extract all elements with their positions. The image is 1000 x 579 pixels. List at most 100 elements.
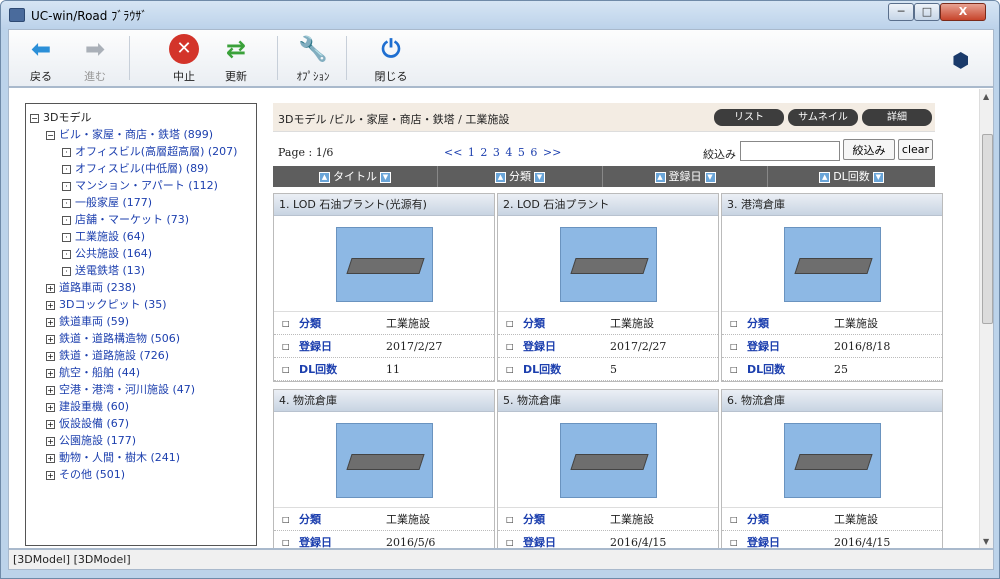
- expand-icon[interactable]: +: [46, 300, 55, 310]
- tree-item-label[interactable]: ビル・家屋・商店・鉄塔 (899): [59, 128, 213, 141]
- sort-up-icon[interactable]: ▲: [819, 171, 831, 183]
- stop-button[interactable]: ✕ 中止: [162, 34, 206, 86]
- leaf-icon[interactable]: ·: [62, 249, 71, 259]
- leaf-icon[interactable]: ·: [62, 147, 71, 157]
- tree-item[interactable]: · 工業施設 (64): [30, 228, 252, 245]
- tree-item[interactable]: + 鉄道車両 (59): [30, 313, 252, 330]
- model-thumbnail[interactable]: [336, 227, 433, 302]
- tree-item[interactable]: · 店舗・マーケット (73): [30, 211, 252, 228]
- leaf-icon[interactable]: ·: [62, 232, 71, 242]
- tree-item[interactable]: + 仮設設備 (67): [30, 415, 252, 432]
- tree-item[interactable]: · マンション・アパート (112): [30, 177, 252, 194]
- model-thumbnail[interactable]: [336, 423, 433, 498]
- sort-up-icon[interactable]: ▲: [319, 171, 330, 183]
- options-button[interactable]: 🔧 ｵﾌﾟｼｮﾝ: [291, 34, 335, 86]
- collapse-icon[interactable]: −: [30, 113, 39, 123]
- tree-item[interactable]: − ビル・家屋・商店・鉄塔 (899): [30, 126, 252, 143]
- tree-item[interactable]: + 空港・港湾・河川施設 (47): [30, 381, 252, 398]
- sort-title[interactable]: ▲ タイトル ▼: [273, 166, 438, 187]
- close-button[interactable]: ⏻ 閉じる: [369, 34, 413, 86]
- model-card[interactable]: 1. LOD 石油プラント(光源有) □ 分類 工業施設 □ 登録日 2017/2/27 □ D…: [273, 193, 495, 382]
- sort-up-icon[interactable]: ▲: [495, 171, 506, 183]
- tree-item-label[interactable]: 工業施設 (64): [75, 230, 145, 243]
- close-window-button[interactable]: X: [940, 3, 986, 21]
- tree-item[interactable]: · 送電鉄塔 (13): [30, 262, 252, 279]
- expand-icon[interactable]: +: [46, 351, 55, 361]
- filter-button[interactable]: 絞込み: [843, 139, 895, 160]
- scroll-up-icon[interactable]: ▲: [983, 92, 989, 101]
- tree-item-label[interactable]: オフィスビル(中低層) (89): [75, 162, 208, 175]
- card-title[interactable]: 6. 物流倉庫: [722, 390, 942, 412]
- maximize-button[interactable]: □: [914, 3, 940, 21]
- tree-item[interactable]: + 公園施設 (177): [30, 432, 252, 449]
- tree-item-label[interactable]: 店舗・マーケット (73): [75, 213, 189, 226]
- tree-item-label[interactable]: 道路車両 (238): [59, 281, 136, 294]
- sort-up-icon[interactable]: ▲: [654, 171, 666, 183]
- model-thumbnail[interactable]: [560, 227, 657, 302]
- tree-item[interactable]: + その他 (501): [30, 466, 252, 483]
- tree-item-label[interactable]: オフィスビル(高層超高層) (207): [75, 145, 237, 158]
- detail-view-button[interactable]: 詳細: [862, 109, 932, 126]
- forward-button[interactable]: ➡ 進む: [73, 34, 117, 86]
- model-card[interactable]: 3. 港湾倉庫 □ 分類 工業施設 □ 登録日 2016/8/18 □ DL回数 25: [721, 193, 943, 382]
- expand-icon[interactable]: +: [46, 419, 55, 429]
- tree-item-label[interactable]: その他 (501): [59, 468, 125, 481]
- scroll-down-icon[interactable]: ▼: [983, 537, 989, 546]
- tree-item-label[interactable]: 鉄道・道路構造物 (506): [59, 332, 180, 345]
- scrollbar-thumb[interactable]: [982, 134, 993, 324]
- sort-down-icon[interactable]: ▼: [534, 171, 545, 183]
- tree-item-label[interactable]: 建設重機 (60): [59, 400, 129, 413]
- sort-down-icon[interactable]: ▼: [872, 171, 884, 183]
- model-thumbnail[interactable]: [784, 423, 881, 498]
- tree-item-label[interactable]: 鉄道・道路施設 (726): [59, 349, 169, 362]
- tree-item[interactable]: + 建設重機 (60): [30, 398, 252, 415]
- tree-item-label[interactable]: 3Dコックピット (35): [59, 298, 167, 311]
- expand-icon[interactable]: +: [46, 436, 55, 446]
- model-card[interactable]: 4. 物流倉庫□分類工業施設□登録日2016/5/6□DL回数: [273, 389, 495, 548]
- leaf-icon[interactable]: ·: [62, 164, 71, 174]
- expand-icon[interactable]: +: [46, 470, 55, 480]
- tree-item-label[interactable]: 鉄道車両 (59): [59, 315, 129, 328]
- tree-item[interactable]: +3Dコックピット (35): [30, 296, 252, 313]
- clear-button[interactable]: clear: [898, 139, 933, 160]
- sort-category[interactable]: ▲ 分類 ▼: [438, 166, 603, 187]
- minimize-button[interactable]: ─: [888, 3, 914, 21]
- model-card[interactable]: 5. 物流倉庫□分類工業施設□登録日2016/4/15□DL回数: [497, 389, 719, 548]
- model-card[interactable]: 2. LOD 石油プラント □ 分類 工業施設 □ 登録日 2017/2/27 □ DL回数 5: [497, 193, 719, 382]
- tree-item[interactable]: + 鉄道・道路施設 (726): [30, 347, 252, 364]
- tree-item-label[interactable]: 公園施設 (177): [59, 434, 136, 447]
- tree-item-label[interactable]: 動物・人間・樹木 (241): [59, 451, 180, 464]
- tree-item[interactable]: −3Dモデル: [30, 109, 252, 126]
- collapse-icon[interactable]: −: [46, 130, 55, 140]
- card-title[interactable]: 5. 物流倉庫: [498, 390, 718, 412]
- pagination[interactable]: << 1 2 3 4 5 6 >>: [444, 146, 561, 159]
- tree-item-label[interactable]: 仮設設備 (67): [59, 417, 129, 430]
- card-title[interactable]: 3. 港湾倉庫: [722, 194, 942, 216]
- sort-date[interactable]: ▲ 登録日 ▼: [603, 166, 768, 187]
- card-title[interactable]: 2. LOD 石油プラント: [498, 194, 718, 216]
- tree-item[interactable]: · オフィスビル(高層超高層) (207): [30, 143, 252, 160]
- tree-item-label[interactable]: 一般家屋 (177): [75, 196, 152, 209]
- tree-item[interactable]: · オフィスビル(中低層) (89): [30, 160, 252, 177]
- filter-input[interactable]: [740, 141, 840, 161]
- leaf-icon[interactable]: ·: [62, 181, 71, 191]
- expand-icon[interactable]: +: [46, 453, 55, 463]
- tree-item[interactable]: · 一般家屋 (177): [30, 194, 252, 211]
- expand-icon[interactable]: +: [46, 402, 55, 412]
- thumbnail-view-button[interactable]: サムネイル: [788, 109, 858, 126]
- model-thumbnail[interactable]: [784, 227, 881, 302]
- leaf-icon[interactable]: ·: [62, 198, 71, 208]
- tree-item-label[interactable]: 空港・港湾・河川施設 (47): [59, 383, 195, 396]
- sort-dl[interactable]: ▲ DL回数 ▼: [768, 166, 935, 187]
- tree-item-label[interactable]: マンション・アパート (112): [75, 179, 218, 192]
- tree-item[interactable]: + 道路車両 (238): [30, 279, 252, 296]
- expand-icon[interactable]: +: [46, 317, 55, 327]
- expand-icon[interactable]: +: [46, 334, 55, 344]
- tree-item[interactable]: + 鉄道・道路構造物 (506): [30, 330, 252, 347]
- list-view-button[interactable]: リスト: [714, 109, 784, 126]
- card-title[interactable]: 4. 物流倉庫: [274, 390, 494, 412]
- back-button[interactable]: ⬅ 戻る: [19, 34, 63, 86]
- expand-icon[interactable]: +: [46, 368, 55, 378]
- expand-icon[interactable]: +: [46, 283, 55, 293]
- refresh-button[interactable]: ⇄ 更新: [214, 34, 258, 86]
